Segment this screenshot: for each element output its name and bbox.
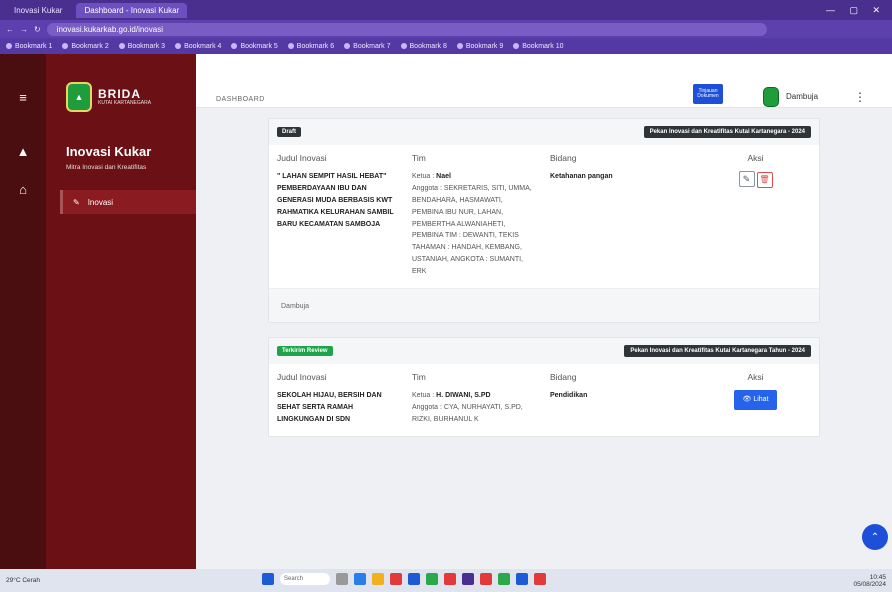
house-icon[interactable]: ⌂ — [15, 182, 31, 198]
sidebar-item-inovasi[interactable]: ✎ Inovasi — [60, 190, 196, 214]
col-header-team: Tim — [412, 372, 426, 383]
table-row: SEKOLAH HIJAU, BERSIH DAN SEHAT SERTA RA… — [269, 388, 819, 436]
browser-tab[interactable]: Inovasi Kukar — [6, 3, 70, 18]
window-controls[interactable]: — ▢ ✕ — [826, 5, 886, 16]
col-header-title: Judul Inovasi — [277, 372, 327, 383]
taskbar-search[interactable]: Search — [280, 573, 330, 585]
innovation-team: Ketua : H. DIWANI, S.PD Anggota : CYA, N… — [412, 392, 523, 423]
col-header-team: Tim — [412, 153, 426, 163]
bookmark-item[interactable]: Bookmark 7 — [344, 43, 391, 50]
card-header: Terkirim Review Pekan Inovasi dan Kreati… — [269, 338, 819, 365]
sidebar-item-label: Inovasi — [87, 197, 114, 207]
hamburger-menu-icon[interactable]: ≡ — [15, 90, 31, 106]
os-taskbar: 29°C Cerah Search 10:45 05/08/2024 — [0, 569, 892, 592]
brand-name: BRIDA — [98, 87, 141, 102]
scroll-up-button[interactable]: ⌃ — [862, 524, 888, 550]
app-icon[interactable] — [390, 573, 402, 585]
system-tray[interactable]: 10:45 05/08/2024 — [820, 574, 886, 588]
innovation-table: Judul Inovasi Tim Bidang Aksi SEKOLAH HI… — [269, 364, 819, 436]
view-button[interactable]: 👁 Lihat — [734, 390, 777, 410]
sidebar: ▲ BRIDA KUTAI KARTANEGARA Inovasi Kukar … — [46, 54, 196, 569]
weather-widget[interactable]: 29°C Cerah — [6, 577, 96, 584]
col-header-title: Judul Inovasi — [277, 153, 327, 163]
main-content: Draft Pekan Inovasi dan Kreatifitas Kuta… — [268, 118, 820, 437]
bookmark-item[interactable]: Bookmark 9 — [456, 43, 503, 50]
brand: ▲ BRIDA KUTAI KARTANEGARA — [66, 82, 151, 112]
innovation-table: Judul Inovasi Tim Bidang Aksi " LAHAN SE… — [269, 145, 819, 288]
innovation-field: Ketahanan pangan — [550, 173, 613, 180]
table-row: " LAHAN SEMPIT HASIL HEBAT" PEMBERDAYAAN… — [269, 169, 819, 288]
reload-icon[interactable]: ↻ — [34, 25, 41, 34]
status-badge: Draft — [277, 127, 302, 137]
period-label: Pekan Inovasi dan Kreatifitas Kutai Kart… — [643, 126, 811, 138]
browser-tabbar: Inovasi Kukar Dashboard - Inovasi Kukar … — [0, 0, 892, 20]
bookmark-item[interactable]: Bookmark 1 — [6, 43, 52, 50]
app-icon[interactable] — [426, 573, 438, 585]
avatar[interactable] — [763, 87, 779, 107]
col-header-action: Aksi — [747, 372, 764, 383]
bookmark-item[interactable]: Bookmark 3 — [118, 43, 165, 50]
innovation-card: Draft Pekan Inovasi dan Kreatifitas Kuta… — [268, 118, 820, 324]
bookmarks-bar: Bookmark 1 Bookmark 2 Bookmark 3 Bookmar… — [0, 38, 892, 54]
url-field[interactable]: inovasi.kukarkab.go.id/inovasi — [46, 22, 767, 36]
innovation-field: Pendidikan — [550, 392, 588, 400]
home-icon[interactable]: ▲ — [15, 144, 31, 160]
app-icon[interactable] — [444, 573, 456, 585]
col-header-field: Bidang — [550, 153, 577, 163]
edge-icon[interactable] — [354, 573, 366, 585]
username[interactable]: Dambuja — [786, 92, 818, 101]
bookmark-item[interactable]: Bookmark 8 — [400, 43, 447, 50]
innovation-title: SEKOLAH HIJAU, BERSIH DAN SEHAT SERTA RA… — [277, 392, 382, 423]
innovation-card: Terkirim Review Pekan Inovasi dan Kreati… — [268, 337, 820, 437]
period-label: Pekan Inovasi dan Kreatifitas Kutai Kart… — [624, 345, 811, 358]
app-subtitle: Mitra Inovasi dan Kreatifitas — [66, 164, 147, 171]
brand-subtitle: KUTAI KARTANEGARA — [98, 99, 152, 106]
clock-date: 05/08/2024 — [853, 581, 886, 589]
innovation-title: " LAHAN SEMPIT HASIL HEBAT" PEMBERDAYAAN… — [277, 173, 394, 228]
action-cell: ✎ 🗑 — [692, 169, 819, 288]
more-options-icon[interactable]: ⋮ — [853, 90, 867, 104]
clock-time: 10:45 — [869, 574, 886, 581]
browser-tab-active[interactable]: Dashboard - Inovasi Kukar — [76, 2, 188, 18]
browser-addressbar: ← → ↻ inovasi.kukarkab.go.id/inovasi — [0, 20, 892, 38]
app-icon[interactable] — [516, 573, 528, 585]
topbar: DASHBOARD Tinjauan Dokumen Dambuja ⋮ — [196, 54, 892, 108]
app-icon[interactable] — [498, 573, 510, 585]
lightbulb-icon: ✎ — [73, 197, 80, 207]
app-icon[interactable] — [408, 573, 420, 585]
status-badge: Terkirim Review — [277, 346, 333, 357]
app-icon[interactable] — [480, 573, 492, 585]
col-header-action: Aksi — [747, 153, 764, 163]
brida-logo-icon: ▲ — [66, 82, 92, 112]
bookmark-item[interactable]: Bookmark 6 — [287, 43, 334, 50]
innovation-team: Ketua : Nael Anggota : SEKRETARIS, SITI,… — [412, 173, 532, 276]
edit-icon[interactable]: ✎ — [738, 171, 755, 187]
action-cell: 👁 Lihat — [692, 388, 819, 436]
bookmark-item[interactable]: Bookmark 2 — [62, 43, 109, 50]
bookmark-item[interactable]: Bookmark 5 — [231, 43, 278, 50]
icon-rail: ≡ ▲ ⌂ — [0, 54, 46, 569]
breadcrumb[interactable]: DASHBOARD — [216, 96, 265, 103]
col-header-field: Bidang — [550, 372, 577, 383]
task-view-icon[interactable] — [336, 573, 348, 585]
bookmark-item[interactable]: Bookmark 4 — [175, 43, 221, 50]
file-explorer-icon[interactable] — [372, 573, 384, 585]
notification-button[interactable]: Tinjauan Dokumen — [693, 84, 723, 104]
card-header: Draft Pekan Inovasi dan Kreatifitas Kuta… — [269, 119, 819, 145]
app-icon[interactable] — [462, 573, 474, 585]
windows-start-icon[interactable] — [262, 573, 274, 585]
bookmark-item[interactable]: Bookmark 10 — [513, 43, 563, 50]
card-footer: Dambuja — [269, 288, 819, 323]
delete-icon[interactable]: 🗑 — [756, 172, 773, 188]
app-icon[interactable] — [534, 573, 546, 585]
back-icon[interactable]: ← — [6, 25, 14, 34]
forward-icon[interactable]: → — [20, 25, 28, 34]
app-title: Inovasi Kukar — [66, 144, 152, 159]
